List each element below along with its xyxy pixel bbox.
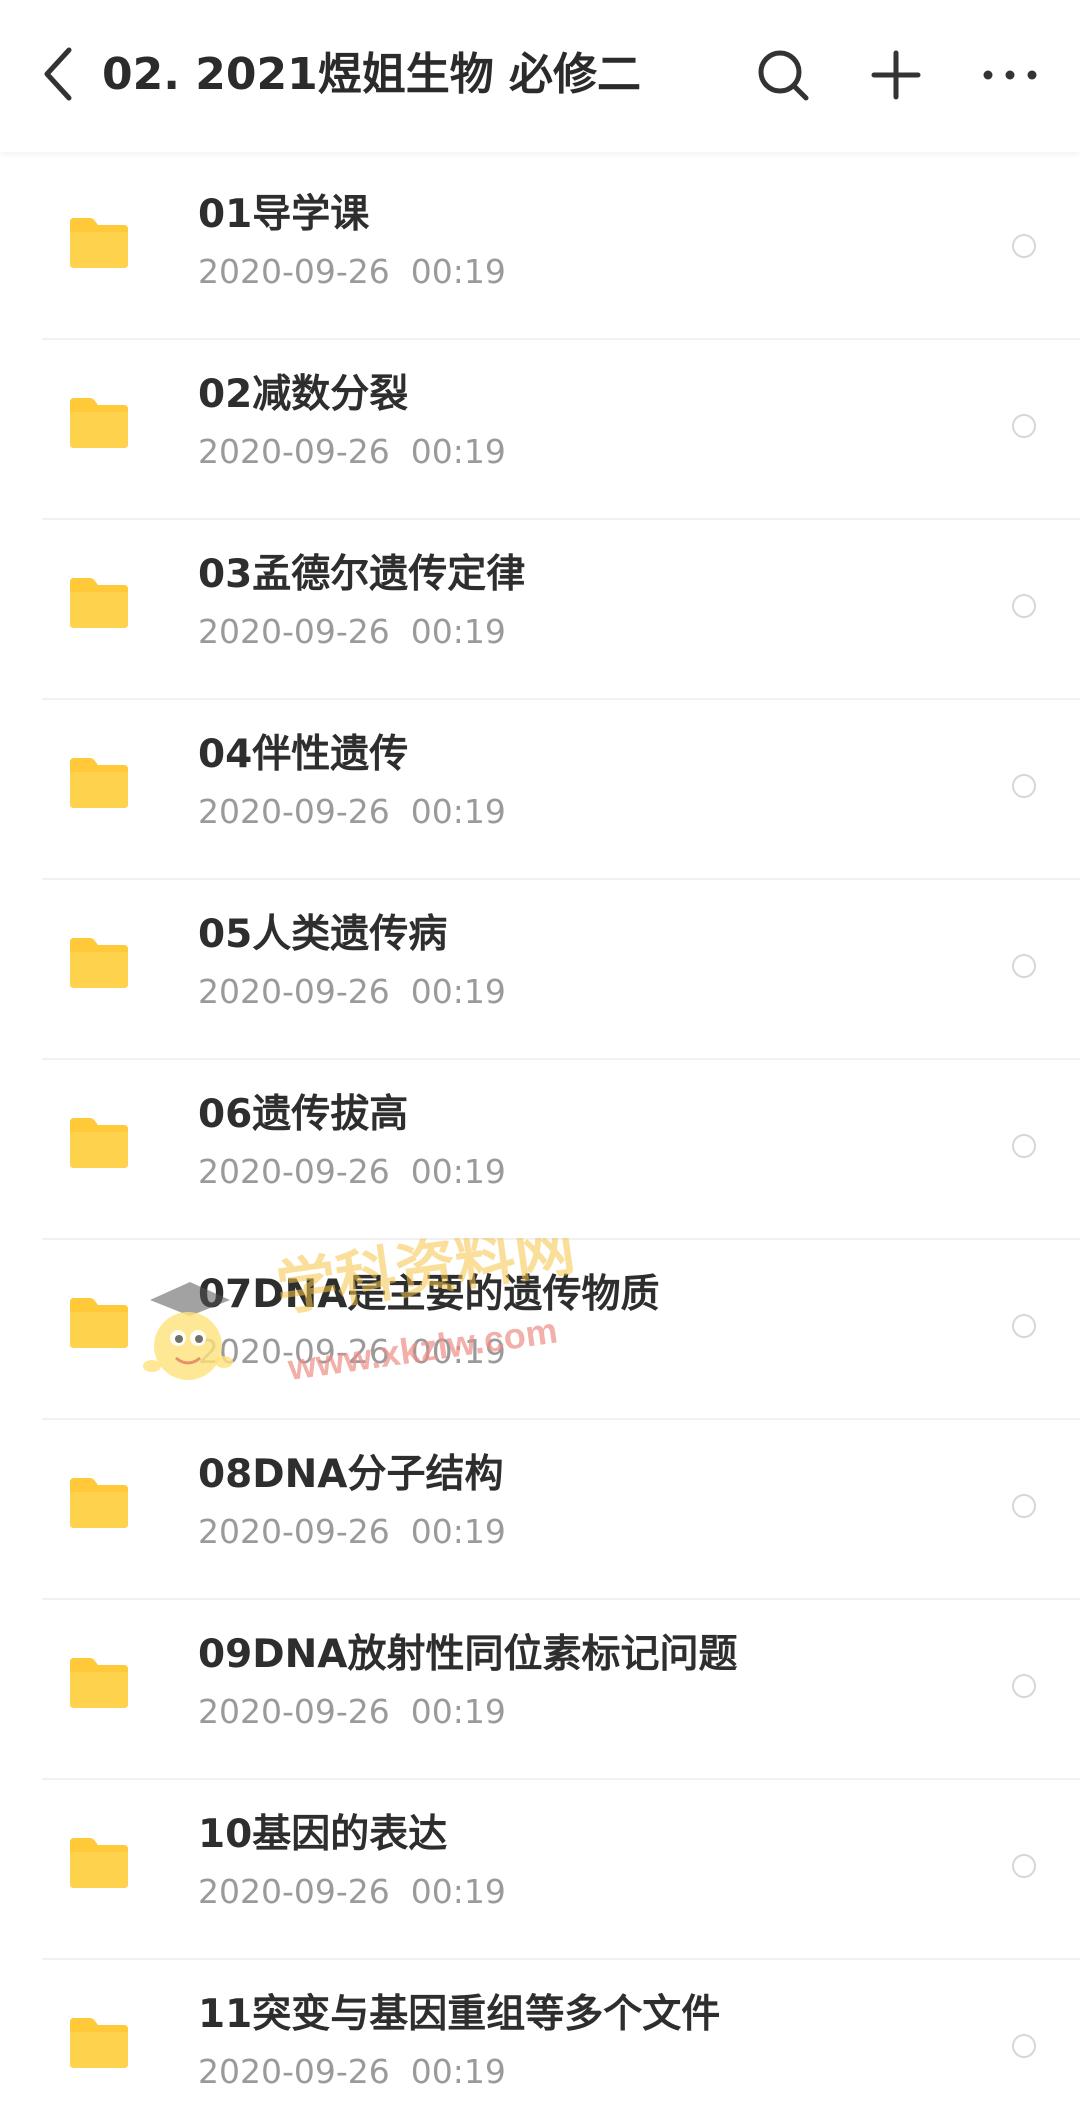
file-row[interactable]: 05人类遗传病 2020-09-26 00:19 xyxy=(42,880,1080,1060)
select-checkbox[interactable] xyxy=(1012,954,1036,978)
file-name: 09DNA放射性同位素标记问题 xyxy=(198,1632,738,1677)
search-icon xyxy=(758,50,809,101)
file-name: 07DNA是主要的遗传物质 xyxy=(198,1272,660,1317)
chevron-left-icon xyxy=(44,47,72,101)
folder-icon xyxy=(70,1658,128,1708)
file-name: 11突变与基因重组等多个文件 xyxy=(198,1992,721,2037)
select-checkbox[interactable] xyxy=(1012,1134,1036,1158)
file-name: 05人类遗传病 xyxy=(198,912,448,957)
file-row[interactable]: 09DNA放射性同位素标记问题 2020-09-26 00:19 xyxy=(42,1600,1080,1780)
folder-icon xyxy=(70,1118,128,1168)
folder-icon xyxy=(70,578,128,628)
back-button[interactable] xyxy=(28,38,88,110)
file-name: 03孟德尔遗传定律 xyxy=(198,552,526,597)
file-row[interactable]: 01导学课 2020-09-26 00:19 xyxy=(42,160,1080,340)
file-date: 2020-09-26 00:19 xyxy=(198,1692,506,1731)
file-row[interactable]: 02减数分裂 2020-09-26 00:19 xyxy=(42,340,1080,520)
folder-icon xyxy=(70,1298,128,1348)
search-button[interactable] xyxy=(748,40,818,110)
file-row[interactable]: 07DNA是主要的遗传物质 2020-09-26 00:19 xyxy=(42,1240,1080,1420)
file-name: 06遗传拔高 xyxy=(198,1092,409,1137)
file-list: 01导学课 2020-09-26 00:19 02减数分裂 2020-09-26 00… xyxy=(0,160,1080,2127)
file-date: 2020-09-26 00:19 xyxy=(198,1872,506,1911)
plus-icon xyxy=(871,50,921,100)
file-name: 02减数分裂 xyxy=(198,372,409,417)
select-checkbox[interactable] xyxy=(1012,2034,1036,2058)
more-options-button[interactable] xyxy=(975,40,1045,110)
file-date: 2020-09-26 00:19 xyxy=(198,1332,506,1371)
folder-icon xyxy=(70,758,128,808)
file-row[interactable]: 10基因的表达 2020-09-26 00:19 xyxy=(42,1780,1080,1960)
file-row[interactable]: 06遗传拔高 2020-09-26 00:19 xyxy=(42,1060,1080,1240)
add-button[interactable] xyxy=(861,40,931,110)
select-checkbox[interactable] xyxy=(1012,234,1036,258)
more-horizontal-icon xyxy=(983,70,1037,80)
select-checkbox[interactable] xyxy=(1012,774,1036,798)
file-name: 10基因的表达 xyxy=(198,1812,448,1857)
folder-icon xyxy=(70,218,128,268)
select-checkbox[interactable] xyxy=(1012,594,1036,618)
folder-icon xyxy=(70,2018,128,2068)
select-checkbox[interactable] xyxy=(1012,1494,1036,1518)
folder-icon xyxy=(70,1838,128,1888)
file-row[interactable]: 03孟德尔遗传定律 2020-09-26 00:19 xyxy=(42,520,1080,700)
file-row[interactable]: 04伴性遗传 2020-09-26 00:19 xyxy=(42,700,1080,880)
file-date: 2020-09-26 00:19 xyxy=(198,432,506,471)
file-date: 2020-09-26 00:19 xyxy=(198,972,506,1011)
file-name: 08DNA分子结构 xyxy=(198,1452,504,1497)
page-title: 02. 2021煜姐生物 必修二 xyxy=(102,49,642,100)
select-checkbox[interactable] xyxy=(1012,414,1036,438)
select-checkbox[interactable] xyxy=(1012,1854,1036,1878)
file-date: 2020-09-26 00:19 xyxy=(198,252,506,291)
file-date: 2020-09-26 00:19 xyxy=(198,612,506,651)
file-row[interactable]: 11突变与基因重组等多个文件 2020-09-26 00:19 xyxy=(42,1960,1080,2127)
file-date: 2020-09-26 00:19 xyxy=(198,1512,506,1551)
file-browser-screen: 02. 2021煜姐生物 必修二 01导学课 2020-09-26 00:19 02… xyxy=(0,0,1080,2127)
folder-icon xyxy=(70,1478,128,1528)
select-checkbox[interactable] xyxy=(1012,1314,1036,1338)
file-name: 01导学课 xyxy=(198,192,370,237)
folder-icon xyxy=(70,938,128,988)
file-date: 2020-09-26 00:19 xyxy=(198,792,506,831)
file-date: 2020-09-26 00:19 xyxy=(198,1152,506,1191)
file-name: 04伴性遗传 xyxy=(198,732,409,777)
top-app-bar: 02. 2021煜姐生物 必修二 xyxy=(0,0,1080,152)
file-date: 2020-09-26 00:19 xyxy=(198,2052,506,2091)
folder-icon xyxy=(70,398,128,448)
file-row[interactable]: 08DNA分子结构 2020-09-26 00:19 xyxy=(42,1420,1080,1600)
select-checkbox[interactable] xyxy=(1012,1674,1036,1698)
